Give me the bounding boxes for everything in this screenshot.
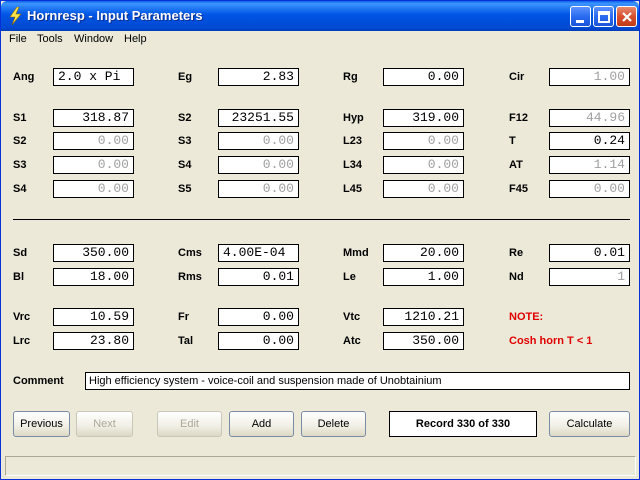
param-label-re-r5: Re [509,247,524,259]
param-label-hyp-r1: Hyp [343,112,364,124]
close-button[interactable] [616,6,637,27]
param-label-fr-r7: Fr [178,311,189,323]
param-label-vtc-r7: Vtc [343,311,361,323]
section-divider [13,219,630,220]
param-label-s4-r3: S4 [178,159,192,171]
param-label-at-r3: AT [509,159,523,171]
param-label-f45-r4: F45 [509,183,528,195]
record-indicator: Record 330 of 330 [389,411,537,437]
calculate-button[interactable]: Calculate [549,411,630,437]
param-label-mmd-r5: Mmd [343,247,369,259]
param-field-l23-r2[interactable]: 0.00 [383,132,464,150]
param-field-fr-r7[interactable]: 0.00 [218,308,299,326]
param-label-s2-r2: S2 [13,135,27,147]
param-field-vtc-r7[interactable]: 1210.21 [383,308,464,326]
menu-window[interactable]: Window [74,33,113,45]
param-field-s4-r3[interactable]: 0.00 [218,156,299,174]
comment-label: Comment [13,375,64,387]
param-field-s5-r4[interactable]: 0.00 [218,180,299,198]
param-label-rg-r0: Rg [343,71,358,83]
param-field-l45-r4[interactable]: 0.00 [383,180,464,198]
note-title: NOTE: [509,311,544,323]
param-label-tal-r8: Tal [178,335,194,347]
comment-field[interactable]: High efficiency system - voice-coil and … [85,372,630,390]
param-label-cir-r0: Cir [509,71,525,83]
param-label-ang-r0: Ang [13,71,35,83]
param-field-s3-r2[interactable]: 0.00 [218,132,299,150]
param-field-eg-r0[interactable]: 2.83 [218,68,299,86]
minimize-icon [576,20,584,23]
param-field-s3-r3[interactable]: 0.00 [53,156,134,174]
param-label-lrc-r8: Lrc [13,335,31,347]
param-field-rg-r0[interactable]: 0.00 [383,68,464,86]
param-label-atc-r8: Atc [343,335,361,347]
param-label-s5-r4: S5 [178,183,192,195]
param-field-cms-r5[interactable]: 4.00E-04 [218,244,299,262]
param-label-l23-r2: L23 [343,135,362,147]
param-label-s1-r1: S1 [13,112,27,124]
hornresp-window: Hornresp - Input Parameters File Tools W… [0,0,640,480]
param-field-hyp-r1[interactable]: 319.00 [383,109,464,127]
previous-button[interactable]: Previous [13,411,70,437]
param-field-bl-r6[interactable]: 18.00 [53,268,134,286]
param-field-mmd-r5[interactable]: 20.00 [383,244,464,262]
menu-bar: File Tools Window Help [1,31,639,49]
param-field-sd-r5[interactable]: 350.00 [53,244,134,262]
param-label-rms-r6: Rms [178,271,202,283]
menu-file[interactable]: File [9,33,27,45]
param-label-bl-r6: Bl [13,271,24,283]
param-field-s2-r2[interactable]: 0.00 [53,132,134,150]
lightning-app-icon [9,7,22,25]
param-label-cms-r5: Cms [178,247,202,259]
maximize-button[interactable] [593,6,614,27]
close-icon [622,12,632,22]
param-field-s1-r1[interactable]: 318.87 [53,109,134,127]
param-field-l34-r3[interactable]: 0.00 [383,156,464,174]
next-button[interactable]: Next [76,411,133,437]
param-field-f45-r4[interactable]: 0.00 [549,180,630,198]
param-label-le-r6: Le [343,271,356,283]
param-field-s2-r1[interactable]: 23251.55 [218,109,299,127]
param-label-l34-r3: L34 [343,159,362,171]
window-title: Hornresp - Input Parameters [27,8,203,23]
param-label-f12-r1: F12 [509,112,528,124]
param-field-le-r6[interactable]: 1.00 [383,268,464,286]
param-label-t-r2: T [509,135,516,147]
param-label-s2-r1: S2 [178,112,192,124]
param-field-vrc-r7[interactable]: 10.59 [53,308,134,326]
param-field-lrc-r8[interactable]: 23.80 [53,332,134,350]
status-bar [5,456,636,476]
add-button[interactable]: Add [229,411,294,437]
param-label-s3-r2: S3 [178,135,192,147]
note-text: Cosh horn T < 1 [509,335,593,347]
param-field-cir-r0[interactable]: 1.00 [549,68,630,86]
minimize-button[interactable] [570,6,591,27]
param-label-l45-r4: L45 [343,183,362,195]
param-field-atc-r8[interactable]: 350.00 [383,332,464,350]
maximize-icon [598,11,610,23]
param-field-nd-r6[interactable]: 1 [549,268,630,286]
param-label-vrc-r7: Vrc [13,311,31,323]
param-label-sd-r5: Sd [13,247,28,259]
param-label-nd-r6: Nd [509,271,524,283]
param-field-ang-r0[interactable]: 2.0 x Pi [53,68,134,86]
param-label-s3-r3: S3 [13,159,27,171]
edit-button[interactable]: Edit [157,411,222,437]
menu-tools[interactable]: Tools [37,33,63,45]
param-field-t-r2[interactable]: 0.24 [549,132,630,150]
param-label-s4-r4: S4 [13,183,27,195]
param-field-tal-r8[interactable]: 0.00 [218,332,299,350]
title-bar[interactable]: Hornresp - Input Parameters [1,1,639,31]
delete-button[interactable]: Delete [301,411,366,437]
param-field-re-r5[interactable]: 0.01 [549,244,630,262]
param-field-s4-r4[interactable]: 0.00 [53,180,134,198]
param-field-at-r3[interactable]: 1.14 [549,156,630,174]
param-label-eg-r0: Eg [178,71,193,83]
menu-help[interactable]: Help [124,33,147,45]
param-field-f12-r1[interactable]: 44.96 [549,109,630,127]
param-field-rms-r6[interactable]: 0.01 [218,268,299,286]
